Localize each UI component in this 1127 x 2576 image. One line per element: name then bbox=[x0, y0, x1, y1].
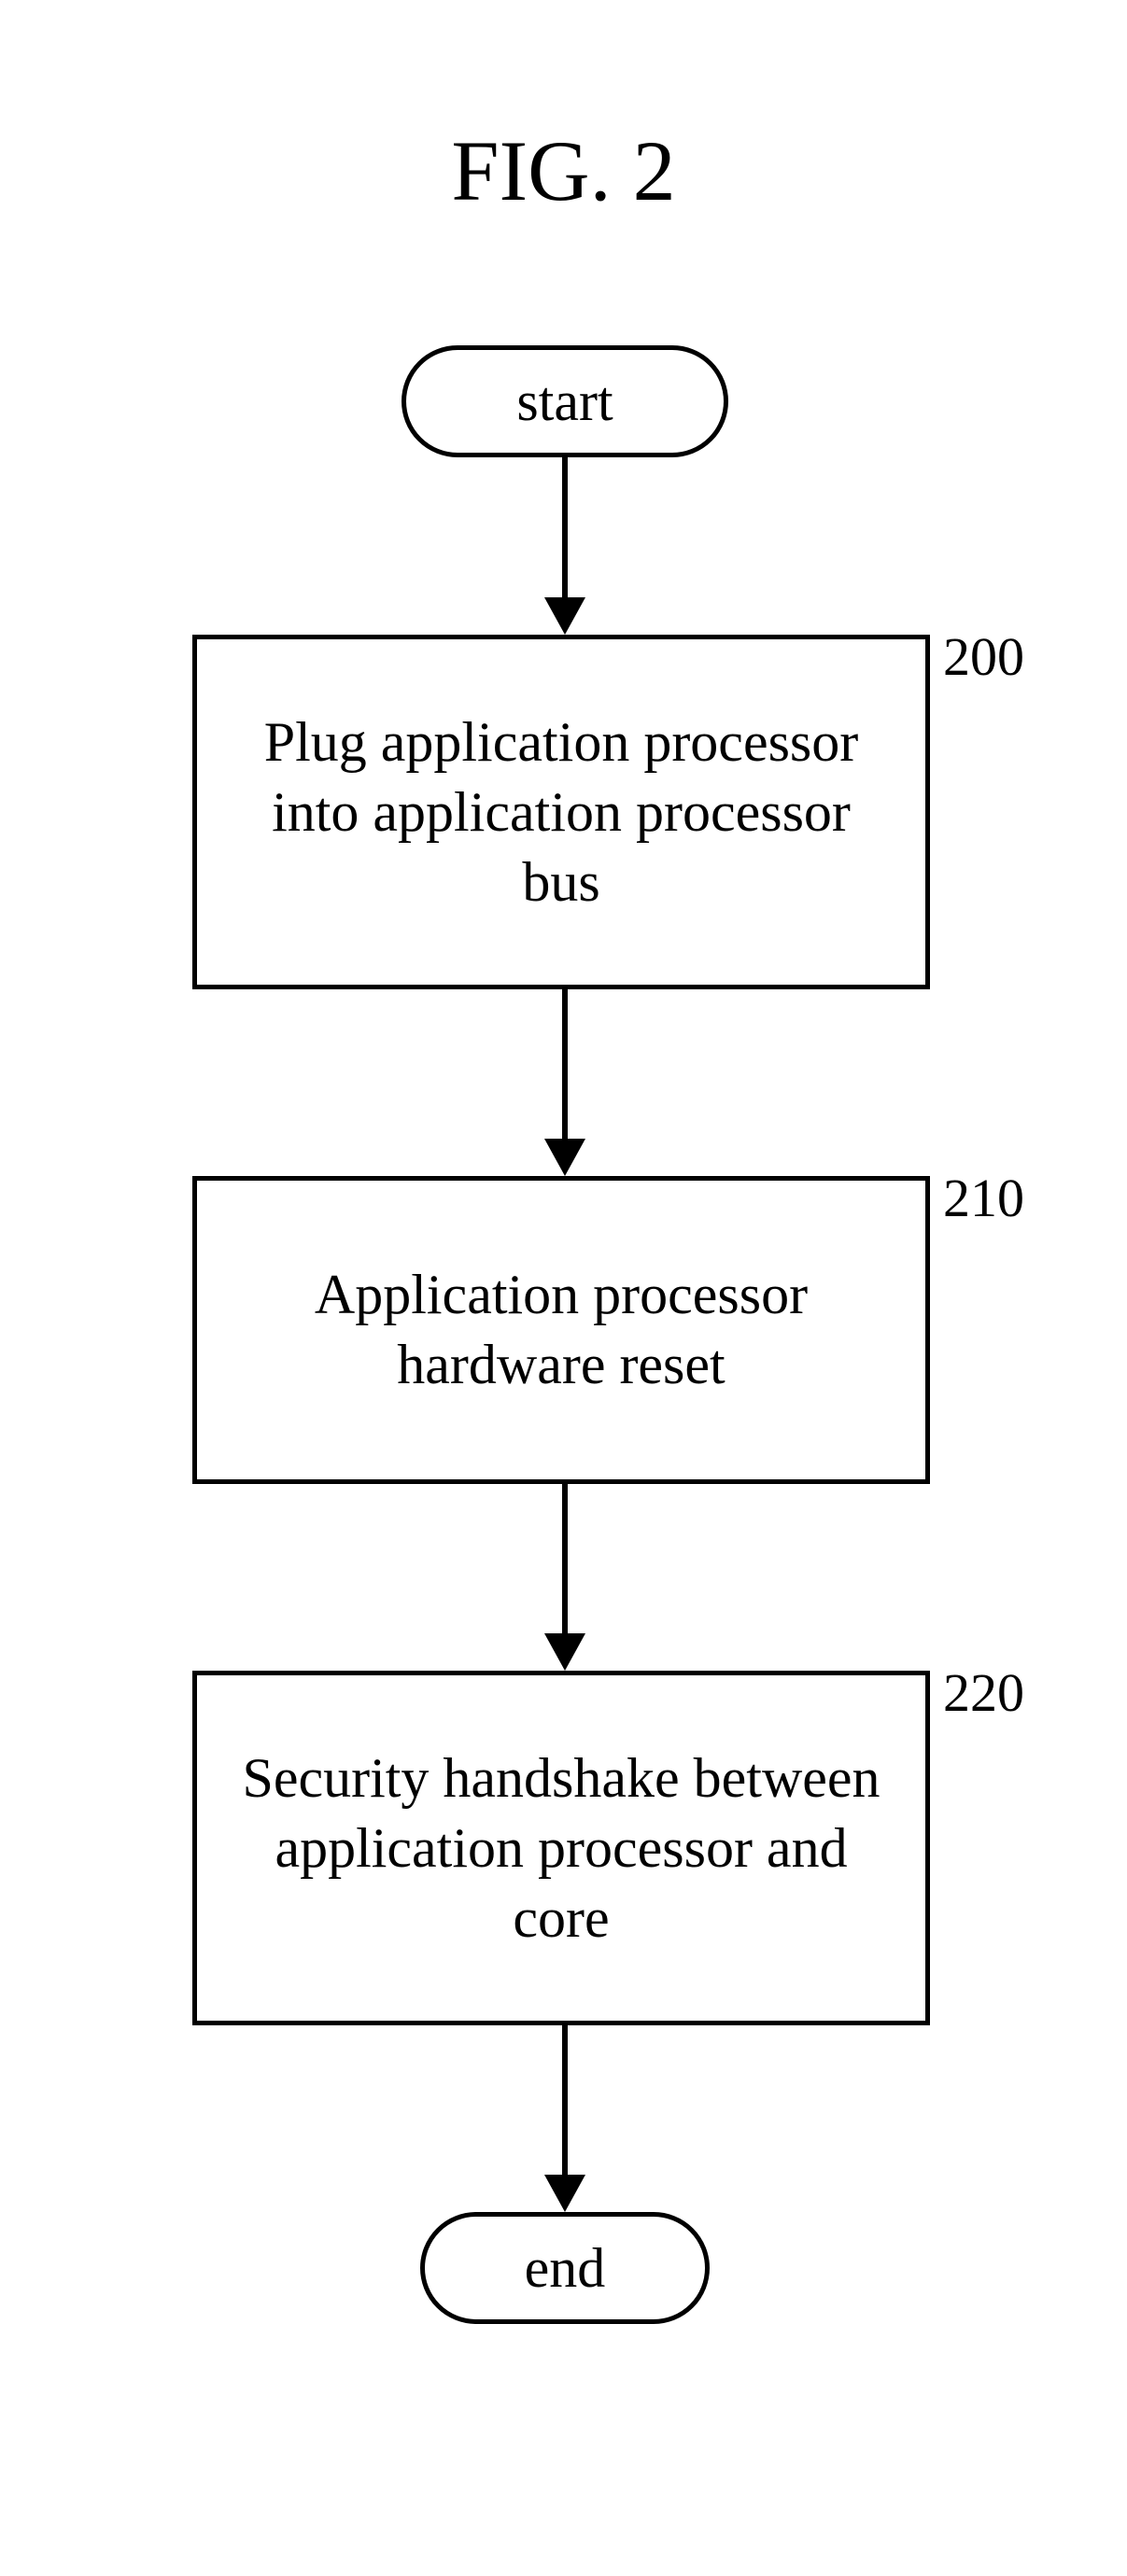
reference-label-210: 210 bbox=[943, 1167, 1024, 1229]
reference-label-220: 220 bbox=[943, 1661, 1024, 1724]
end-label: end bbox=[525, 2236, 606, 2301]
start-terminator: start bbox=[401, 345, 728, 457]
process-step-text: Plug application processor into applicat… bbox=[234, 707, 888, 917]
figure-title: FIG. 2 bbox=[451, 121, 675, 220]
arrow-step3-to-end bbox=[562, 2025, 568, 2175]
reference-label-200: 200 bbox=[943, 625, 1024, 688]
end-terminator: end bbox=[420, 2212, 710, 2324]
process-step-200: Plug application processor into applicat… bbox=[192, 635, 930, 989]
arrow-step2-to-step3 bbox=[562, 1484, 568, 1633]
arrow-start-to-step1 bbox=[562, 457, 568, 597]
process-step-210: Application processor hardware reset bbox=[192, 1176, 930, 1484]
arrow-head-icon bbox=[544, 1633, 585, 1671]
process-step-text: Security handshake between application p… bbox=[234, 1743, 888, 1953]
process-step-text: Application processor hardware reset bbox=[234, 1260, 888, 1400]
arrow-head-icon bbox=[544, 2175, 585, 2212]
start-label: start bbox=[516, 370, 613, 434]
arrow-head-icon bbox=[544, 597, 585, 635]
arrow-head-icon bbox=[544, 1139, 585, 1176]
arrow-step1-to-step2 bbox=[562, 989, 568, 1139]
process-step-220: Security handshake between application p… bbox=[192, 1671, 930, 2025]
